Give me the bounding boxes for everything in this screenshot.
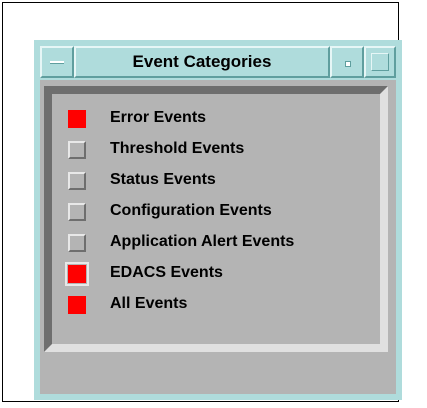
title-bar: Event Categories: [40, 46, 396, 78]
maximize-button[interactable]: [364, 46, 396, 78]
category-row-status[interactable]: Status Events: [64, 166, 364, 197]
window-menu-icon: [50, 61, 64, 64]
category-row-error[interactable]: Error Events: [64, 104, 364, 135]
category-row-configuration[interactable]: Configuration Events: [64, 197, 364, 228]
configuration-events-toggle[interactable]: [68, 203, 86, 221]
category-label: Error Events: [110, 109, 207, 126]
edacs-events-toggle[interactable]: [65, 262, 89, 286]
threshold-events-toggle[interactable]: [68, 141, 86, 159]
category-row-application-alert[interactable]: Application Alert Events: [64, 228, 364, 259]
status-events-toggle[interactable]: [68, 172, 86, 190]
category-label: Application Alert Events: [110, 233, 295, 250]
category-list: Error Events Threshold Events Status Eve…: [64, 104, 364, 321]
application-alert-events-toggle[interactable]: [68, 234, 86, 252]
window-menu-button[interactable]: [40, 46, 74, 78]
category-label: All Events: [110, 295, 188, 312]
category-row-edacs[interactable]: EDACS Events: [64, 259, 364, 290]
event-categories-window: Event Categories Error Events Threshold …: [34, 40, 402, 400]
minimize-icon: [345, 61, 351, 67]
category-label: Status Events: [110, 171, 216, 188]
window-content: Error Events Threshold Events Status Eve…: [40, 80, 396, 394]
all-events-toggle[interactable]: [68, 296, 86, 314]
category-row-threshold[interactable]: Threshold Events: [64, 135, 364, 166]
error-events-toggle[interactable]: [68, 110, 86, 128]
window-title-text: Event Categories: [132, 52, 272, 71]
window-title[interactable]: Event Categories: [74, 46, 330, 78]
category-label: Configuration Events: [110, 202, 272, 219]
category-label: Threshold Events: [110, 140, 245, 157]
category-label: EDACS Events: [110, 264, 223, 281]
maximize-icon: [371, 53, 389, 71]
minimize-button[interactable]: [330, 46, 364, 78]
category-row-all[interactable]: All Events: [64, 290, 364, 321]
